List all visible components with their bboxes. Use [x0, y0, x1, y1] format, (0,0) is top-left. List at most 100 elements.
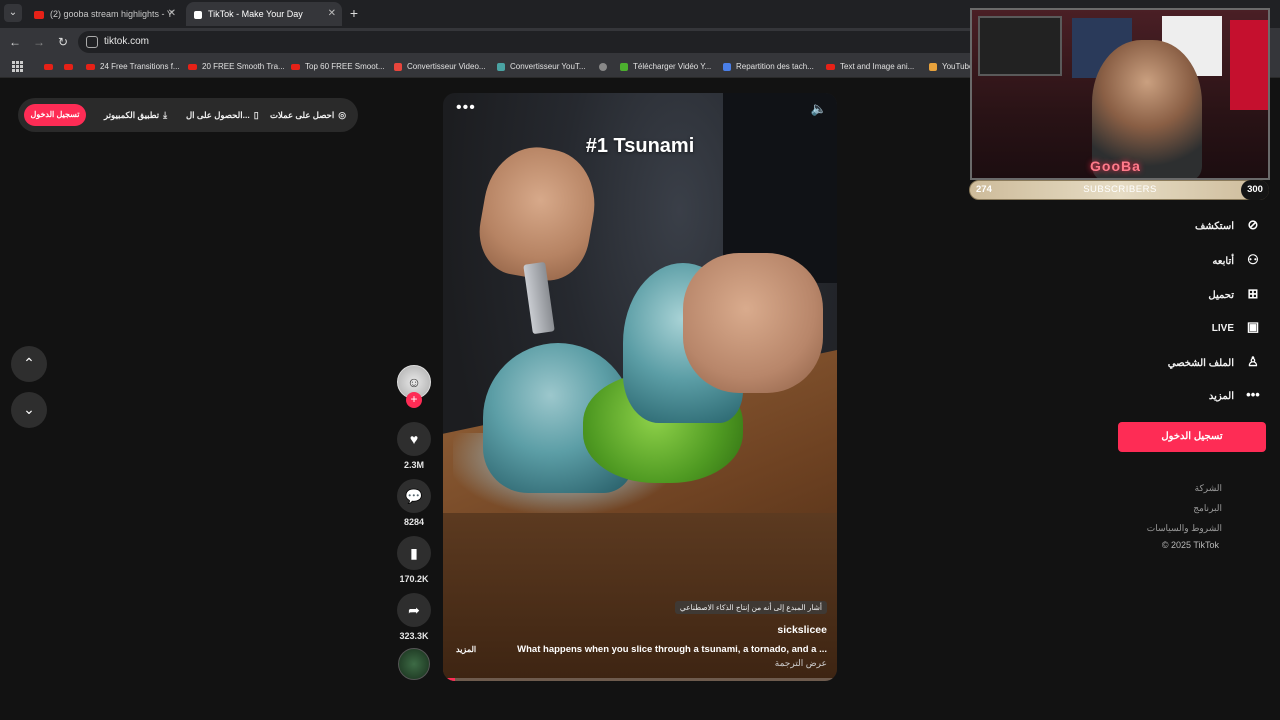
reload-button[interactable]: ↻: [54, 33, 72, 51]
comment-count: 8284: [403, 517, 425, 527]
youtube-icon: [188, 63, 197, 70]
sidebar-item-more[interactable]: المزيد •••: [1209, 384, 1262, 406]
compass-icon: ⊘: [1247, 217, 1259, 232]
heart-icon: ♥: [409, 431, 419, 447]
following-icon: ⚇: [1247, 252, 1259, 267]
bookmark-label: YouTube: [942, 62, 974, 71]
converter-icon: [497, 62, 505, 71]
profile-icon: ♙: [1247, 354, 1259, 369]
sidebar-item-label: LIVE: [1211, 323, 1234, 334]
youtube-icon: [86, 63, 95, 70]
desktop-app-label: تطبيق الكمبيوتر: [104, 110, 160, 120]
site-info-icon[interactable]: [86, 36, 98, 48]
ai-generated-label: أشار المبدع إلى أنه من إنتاج الذكاء الاص…: [674, 601, 827, 614]
see-translation-link[interactable]: عرض الترجمة: [775, 658, 827, 669]
sidebar-item-explore[interactable]: استكشف ⊘: [1195, 214, 1262, 236]
bookmark-item[interactable]: [64, 56, 78, 78]
back-button[interactable]: ←: [6, 33, 24, 51]
previous-video-button[interactable]: ⌃: [11, 346, 47, 382]
converter-icon: [394, 62, 402, 71]
next-video-button[interactable]: ⌄: [11, 392, 47, 428]
forward-button[interactable]: →: [30, 33, 48, 51]
music-disc[interactable]: [398, 648, 430, 680]
video-options-icon[interactable]: •••: [456, 99, 476, 117]
bookmark-item[interactable]: Top 60 FREE Smoot...: [291, 56, 385, 78]
tab-title: TikTok - Make Your Day: [208, 9, 303, 19]
bookmark-label: Text and Image ani...: [840, 62, 915, 71]
get-app-label: الحصول على ال...: [186, 110, 250, 120]
phone-icon: ▯: [253, 110, 259, 120]
new-tab-button[interactable]: +: [346, 4, 362, 22]
like-button[interactable]: ♥: [397, 422, 431, 456]
close-tab-icon[interactable]: ✕: [328, 2, 336, 26]
sidebar-item-upload[interactable]: تحميل ⊞: [1208, 283, 1262, 305]
close-tab-icon[interactable]: ✕: [168, 2, 176, 26]
apps-grid-icon[interactable]: [12, 61, 23, 72]
volume-icon[interactable]: 🔈: [811, 101, 827, 117]
get-app-button[interactable]: الحصول على ال... ▯: [186, 98, 259, 132]
get-coins-button[interactable]: احصل على عملات ◎: [270, 98, 346, 132]
sidebar-item-label: تحميل: [1208, 290, 1234, 301]
progress-bar[interactable]: [443, 678, 837, 681]
youtube-icon: [34, 10, 44, 19]
top-action-bar: تسجيل الدخول تطبيق الكمبيوتر ⤓ الحصول على…: [18, 98, 358, 132]
coin-icon: ◎: [338, 110, 347, 120]
follow-plus-icon[interactable]: +: [406, 392, 422, 408]
like-count: 2.3M: [403, 460, 424, 470]
video-caption: What happens when you slice through a ts…: [517, 644, 827, 655]
footer-program-link[interactable]: البرنامج: [1193, 503, 1222, 514]
subscriber-goal: 300: [1241, 180, 1269, 200]
bookmark-item[interactable]: [44, 56, 58, 78]
bookmark-item[interactable]: 24 Free Transitions f...: [86, 56, 180, 78]
coins-label: احصل على عملات: [270, 110, 335, 120]
stream-brand-logo: GooBa: [1090, 158, 1141, 174]
sidebar-item-following[interactable]: أتابعه ⚇: [1212, 249, 1262, 271]
author-name[interactable]: sickslicee: [777, 624, 827, 636]
webcam-scene: [978, 16, 1062, 76]
bookmark-label: 20 FREE Smooth Tra...: [202, 62, 285, 71]
bookmark-label: Top 60 FREE Smoot...: [305, 62, 385, 71]
bookmark-item[interactable]: Text and Image ani...: [826, 56, 914, 78]
bookmark-item[interactable]: Convertisseur Video...: [394, 56, 486, 78]
share-icon: ➦: [408, 602, 420, 618]
footer-terms-link[interactable]: الشروط والسياسات: [1147, 523, 1222, 534]
youtube-icon: [64, 63, 73, 70]
bookmark-item[interactable]: Télécharger Vidéo Y...: [620, 56, 711, 78]
download-icon: ⤓: [163, 110, 168, 120]
share-button[interactable]: ➦: [397, 593, 431, 627]
sidebar-login-button[interactable]: تسجيل الدخول: [1118, 422, 1266, 452]
comment-button[interactable]: 💬: [397, 479, 431, 513]
webcam-overlay: GooBa: [970, 8, 1270, 180]
tab-tiktok[interactable]: TikTok - Make Your Day ✕: [186, 2, 342, 26]
bookmark-label: Repartition des tach...: [736, 62, 814, 71]
caption-more-link[interactable]: المزيد: [456, 645, 476, 654]
upload-icon: ⊞: [1247, 286, 1259, 301]
bookmark-item[interactable]: Repartition des tach...: [723, 56, 814, 78]
share-count: 323.3K: [399, 631, 429, 641]
tab-title: (2) gooba stream highlights - Y: [50, 9, 173, 19]
bookmark-label: Convertisseur Video...: [407, 62, 486, 71]
footer-company-link[interactable]: الشركة: [1195, 483, 1222, 494]
bookmark-item[interactable]: [599, 56, 612, 78]
tab-search-button[interactable]: ⌄: [4, 4, 22, 22]
login-button[interactable]: تسجيل الدخول: [24, 104, 86, 126]
desktop-app-button[interactable]: تطبيق الكمبيوتر ⤓: [104, 98, 167, 132]
sidebar-item-live[interactable]: LIVE ▣: [1212, 316, 1262, 338]
video-player[interactable]: ••• 🔈 #1 Tsunami أشار المبدع إلى أنه من …: [443, 93, 837, 681]
sidebar-item-label: الملف الشخصي: [1167, 358, 1234, 369]
globe-icon: [599, 62, 607, 71]
sidebar-item-profile[interactable]: الملف الشخصي ♙: [1168, 351, 1262, 373]
bookmark-item[interactable]: 20 FREE Smooth Tra...: [188, 56, 285, 78]
video-overlay-title: #1 Tsunami: [585, 135, 695, 157]
bookmark-label: Télécharger Vidéo Y...: [633, 62, 712, 71]
progress-fill: [443, 678, 455, 681]
subscriber-goal-bar: SUBSCRIBERS 274 300: [969, 180, 1269, 200]
bookmark-icon: ▮: [410, 545, 418, 561]
youtube-icon: [826, 63, 835, 70]
bookmark-label: 24 Free Transitions f...: [100, 62, 180, 71]
subscriber-count: 274: [976, 184, 992, 195]
save-button[interactable]: ▮: [397, 536, 431, 570]
tab-youtube[interactable]: (2) gooba stream highlights - Y ✕: [26, 2, 182, 26]
bookmark-item[interactable]: Convertisseur YouT...: [497, 56, 586, 78]
bookmark-item[interactable]: YouTube: [929, 56, 973, 78]
